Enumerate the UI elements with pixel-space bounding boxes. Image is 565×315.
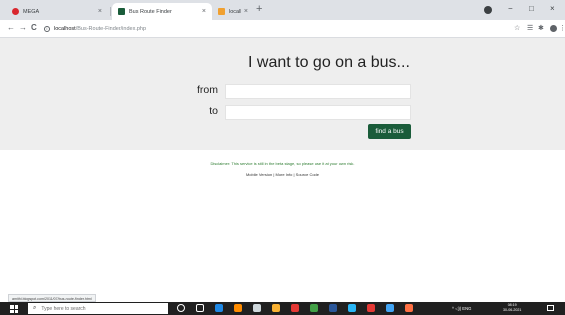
phpmyadmin-icon (218, 8, 225, 15)
puzzle-icon[interactable]: ✱ (538, 24, 544, 33)
system-tray[interactable]: ^ ◁)) ENG (452, 305, 471, 312)
status-bar: amithi.blogspot.com/2011/07/bus-route-fi… (8, 294, 96, 302)
tab-phpmyadmin[interactable]: localhost / 127.0.0.1 / testbus / e × (212, 3, 254, 20)
app-car-icon[interactable] (348, 304, 356, 312)
search-placeholder: Type here to search (41, 305, 86, 312)
to-input[interactable] (225, 105, 411, 120)
close-icon[interactable]: × (202, 8, 206, 15)
windows-taskbar: ⌕ Type here to search ^ ◁)) ENG 08:19 30… (0, 302, 565, 315)
reload-button[interactable]: C (31, 23, 37, 33)
source-code-link[interactable]: Source Code (296, 172, 319, 177)
from-input[interactable] (225, 84, 411, 99)
clock[interactable]: 08:19 30-06-2021 (503, 303, 521, 313)
url-host: localhost (54, 25, 76, 32)
tab-strip: MEGA × Bus Route Finder × localhost / 12… (0, 0, 565, 20)
app-red2-icon[interactable] (367, 304, 375, 312)
mobile-version-link[interactable]: Mobile Version (246, 172, 272, 177)
notification-icon[interactable] (547, 305, 554, 311)
taskbar-search[interactable]: ⌕ Type here to search (28, 303, 168, 314)
account-icon[interactable] (484, 6, 492, 14)
app-blue-icon[interactable] (386, 304, 394, 312)
store-icon[interactable] (253, 304, 261, 312)
page-icon (118, 8, 125, 15)
extension-icon[interactable]: ☰ (527, 24, 533, 33)
browser-toolbar: ← → C i localhost /Bus-Route-Finder/inde… (0, 20, 565, 38)
search-icon: ⌕ (33, 305, 37, 311)
app-red-icon[interactable] (291, 304, 299, 312)
explorer-icon[interactable] (272, 304, 280, 312)
minimize-button[interactable]: − (508, 4, 513, 14)
tab-mega[interactable]: MEGA × (6, 3, 108, 20)
to-label: to (209, 105, 218, 117)
vlc-icon[interactable] (234, 304, 242, 312)
cortana-icon[interactable] (177, 304, 185, 312)
tab-title: Bus Route Finder (129, 8, 172, 15)
tab-bus-route-finder[interactable]: Bus Route Finder × (112, 3, 212, 20)
more-info-link[interactable]: More Info (275, 172, 292, 177)
close-window-button[interactable]: × (550, 4, 555, 14)
back-button[interactable]: ← (7, 23, 15, 33)
address-bar[interactable]: i localhost /Bus-Route-Finder/index.php (44, 22, 514, 35)
chrome-icon[interactable] (310, 304, 318, 312)
taskview-icon[interactable] (196, 304, 204, 312)
tab-title: localhost / 127.0.0.1 / testbus / e (229, 8, 241, 15)
profile-avatar[interactable] (550, 25, 557, 32)
app-orange-icon[interactable] (405, 304, 413, 312)
menu-icon[interactable]: ⋮ (559, 24, 565, 33)
disclaimer: Disclaimer: This service is still in the… (210, 161, 355, 166)
word-icon[interactable] (329, 304, 337, 312)
close-icon[interactable]: × (98, 8, 102, 15)
info-icon[interactable]: i (44, 25, 50, 32)
maximize-button[interactable]: □ (529, 4, 534, 14)
page-title: I want to go on a bus... (248, 54, 410, 71)
from-label: from (197, 84, 218, 96)
clock-date: 30-06-2021 (503, 308, 522, 312)
bookmark-star-icon[interactable]: ☆ (514, 24, 520, 33)
new-tab-button[interactable]: + (256, 4, 262, 15)
find-bus-button[interactable]: find a bus (368, 124, 411, 139)
mega-icon (12, 8, 19, 15)
tab-title: MEGA (23, 8, 40, 15)
forward-button[interactable]: → (19, 23, 27, 33)
close-icon[interactable]: × (244, 8, 248, 15)
windows-start-icon[interactable] (10, 305, 18, 313)
url-path: /Bus-Route-Finder/index.php (75, 25, 147, 32)
footer-links: Mobile Version | More Info | Source Code (0, 172, 565, 177)
edge-icon[interactable] (215, 304, 223, 312)
tab-divider (110, 7, 111, 16)
